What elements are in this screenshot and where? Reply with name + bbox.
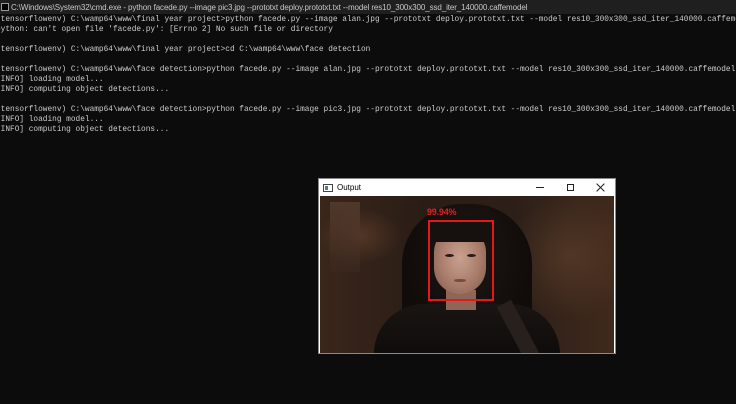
console-line: (tensorflowenv) C:\wamp64\www\face detec…: [0, 66, 736, 74]
cmd-titlebar[interactable]: C:\Windows\System32\cmd.exe - python fac…: [0, 0, 736, 14]
maximize-button[interactable]: [555, 179, 585, 196]
image-background-window: [330, 202, 360, 272]
face-detection-box: [428, 220, 494, 301]
console-line: [INFO] computing object detections...: [0, 86, 170, 94]
console-line: python: can't open file 'facede.py': [Er…: [0, 26, 333, 34]
close-button[interactable]: [585, 179, 615, 196]
output-titlebar[interactable]: Output: [319, 179, 615, 196]
console-line: (tensorflowenv) C:\wamp64\www\face detec…: [0, 106, 736, 114]
close-icon: [596, 183, 605, 192]
detection-confidence-label: 99.94%: [427, 207, 457, 217]
minimize-icon: [536, 187, 544, 188]
output-image: 99.94%: [320, 196, 614, 353]
console-line: (tensorflowenv) C:\wamp64\www\final year…: [0, 16, 736, 24]
console-line: (tensorflowenv) C:\wamp64\www\final year…: [0, 46, 371, 54]
cmd-app-icon: [1, 3, 9, 11]
console-line: [INFO] computing object detections...: [0, 126, 170, 134]
console-line: [INFO] loading model...: [0, 76, 104, 84]
output-window[interactable]: Output 99.94%: [318, 178, 616, 354]
console-line: [INFO] loading model...: [0, 116, 104, 124]
minimize-button[interactable]: [525, 179, 555, 196]
cmd-window-title: C:\Windows\System32\cmd.exe - python fac…: [11, 2, 528, 12]
console-output[interactable]: (tensorflowenv) C:\wamp64\www\final year…: [0, 15, 736, 135]
output-app-icon: [323, 183, 333, 192]
maximize-icon: [566, 184, 574, 191]
output-window-title: Output: [337, 183, 362, 192]
